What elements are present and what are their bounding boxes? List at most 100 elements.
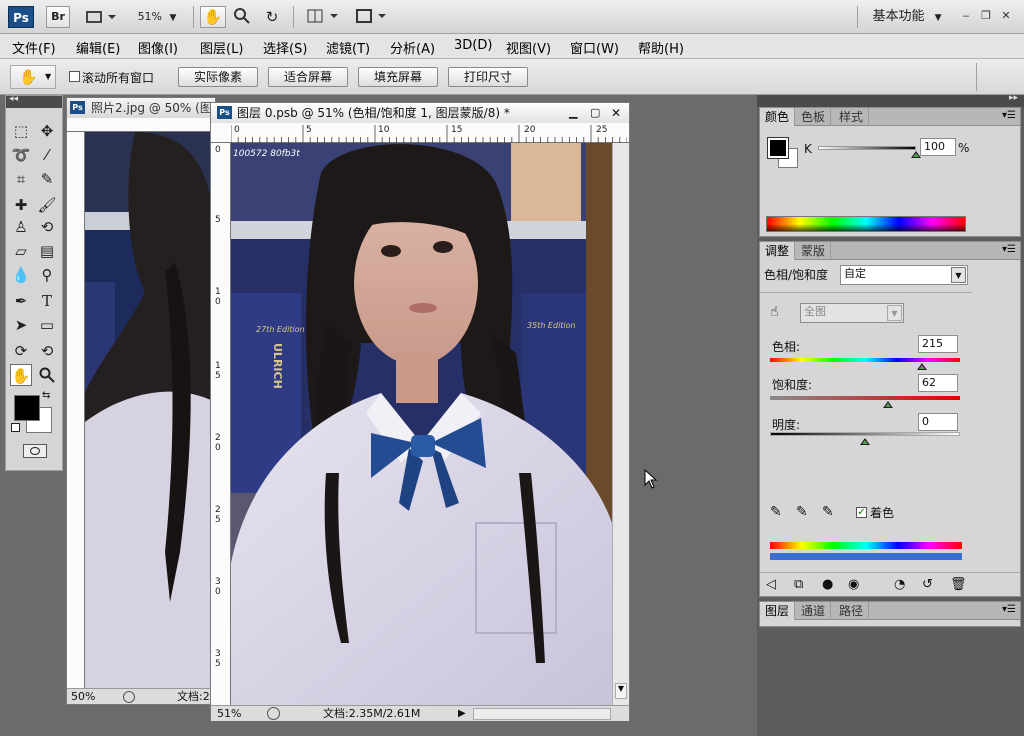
status-menu-icon[interactable] xyxy=(267,707,280,720)
menu-help[interactable]: 帮助(H) xyxy=(638,38,684,57)
document-canvas[interactable]: 100572 80fb3t 27th Edition 35th Edition … xyxy=(231,143,612,705)
zoom-level-field[interactable]: 51% xyxy=(217,706,241,722)
marquee-tool[interactable]: ⬚ xyxy=(10,120,32,142)
minimize-icon[interactable]: ‒ xyxy=(958,9,974,23)
menu-select[interactable]: 选择(S) xyxy=(263,38,307,57)
scroll-down-arrow[interactable]: ▼ xyxy=(615,683,627,699)
range-dropdown[interactable]: 全图 ▼ xyxy=(800,303,904,323)
bridge-button[interactable]: Br xyxy=(46,6,70,28)
zoom-level-field[interactable]: 50% xyxy=(71,689,95,705)
eyedropper-plus-icon[interactable]: ✎ xyxy=(796,504,808,520)
type-tool[interactable]: T xyxy=(36,290,58,312)
k-value-input[interactable]: 100 xyxy=(920,138,956,156)
document-window-active[interactable]: Ps 图层 0.psb @ 51% (色相/饱和度 1, 图层蒙版/8) * ▁… xyxy=(210,102,630,722)
close-icon[interactable]: ✕ xyxy=(998,9,1014,23)
colorize-checkbox[interactable]: ✓ xyxy=(856,507,867,518)
tool-preset-picker[interactable]: ✋ ▼ xyxy=(10,65,56,89)
menu-edit[interactable]: 编辑(E) xyxy=(76,38,120,57)
foreground-color-swatch[interactable] xyxy=(767,137,789,159)
lightness-slider[interactable] xyxy=(770,432,960,436)
maximize-icon[interactable]: ▢ xyxy=(590,103,600,123)
eraser-tool[interactable]: ▱ xyxy=(10,240,32,262)
document-canvas[interactable] xyxy=(85,132,215,688)
move-tool[interactable]: ✥ xyxy=(36,120,58,142)
fit-screen-button[interactable]: 适合屏幕 xyxy=(268,67,348,87)
hand-tool-button[interactable]: ✋ xyxy=(200,6,226,28)
history-brush-tool[interactable]: ⟲ xyxy=(36,216,58,238)
slider-thumb[interactable] xyxy=(917,363,927,370)
menu-view[interactable]: 视图(V) xyxy=(506,38,551,57)
status-menu-arrow-icon[interactable]: ▶ xyxy=(458,706,466,722)
close-icon[interactable]: ✕ xyxy=(611,103,621,123)
expand-view-icon[interactable]: ⧉ xyxy=(794,577,803,592)
trash-icon[interactable]: 🗑 xyxy=(950,577,967,592)
tab-paths[interactable]: 路径 xyxy=(834,602,870,620)
panel-dock-header[interactable]: ▸▸ xyxy=(757,93,1024,107)
saturation-slider[interactable] xyxy=(770,396,960,400)
clone-stamp-tool[interactable]: ♙ xyxy=(10,216,32,238)
tab-color[interactable]: 颜色 xyxy=(760,108,796,126)
menu-file[interactable]: 文件(F) xyxy=(12,38,56,57)
actual-pixels-button[interactable]: 实际像素 xyxy=(178,67,258,87)
minimize-icon[interactable]: ▁ xyxy=(569,103,577,123)
arrange-documents-button[interactable] xyxy=(304,6,342,28)
fill-screen-button[interactable]: 填充屏幕 xyxy=(358,67,438,87)
scroll-all-windows-checkbox[interactable] xyxy=(69,71,80,82)
zoom-tool[interactable] xyxy=(36,364,58,386)
color-spectrum-ramp[interactable] xyxy=(766,216,966,232)
crop-tool[interactable]: ⌗ xyxy=(10,168,32,190)
tab-masks[interactable]: 蒙版 xyxy=(796,242,832,260)
k-slider[interactable] xyxy=(818,146,916,150)
status-menu-icon[interactable] xyxy=(123,691,135,703)
healing-brush-tool[interactable]: ✚ xyxy=(10,194,32,216)
reset-icon[interactable]: ↺ xyxy=(922,577,933,592)
shape-tool[interactable]: ▭ xyxy=(36,314,58,336)
lightness-input[interactable]: 0 xyxy=(918,413,958,431)
tab-swatches[interactable]: 色板 xyxy=(796,108,832,126)
3d-rotate-tool[interactable]: ⟳ xyxy=(10,340,32,362)
menu-window[interactable]: 窗口(W) xyxy=(570,38,619,57)
foreground-color-swatch[interactable] xyxy=(14,395,40,421)
back-arrow-icon[interactable]: ◁ xyxy=(766,577,776,592)
document-title-bar[interactable]: Ps 照片2.jpg @ 50% (图 xyxy=(67,98,215,118)
menu-filter[interactable]: 滤镜(T) xyxy=(326,38,370,57)
3d-orbit-tool[interactable]: ⟲ xyxy=(36,340,58,362)
slider-thumb[interactable] xyxy=(882,401,893,408)
pen-tool[interactable]: ✒ xyxy=(10,290,32,312)
menu-analysis[interactable]: 分析(A) xyxy=(390,38,435,57)
blur-tool[interactable]: 💧 xyxy=(10,264,32,286)
quick-select-tool[interactable]: ⁄ xyxy=(36,144,58,166)
menu-layer[interactable]: 图层(L) xyxy=(200,38,243,57)
gradient-tool[interactable]: ▤ xyxy=(36,240,58,262)
tab-adjustments[interactable]: 调整 xyxy=(760,242,796,260)
lasso-tool[interactable]: ➰ xyxy=(10,144,32,166)
eyedropper-icon[interactable]: ✎ xyxy=(770,504,782,520)
workspace-switcher[interactable]: 基本功能 ▼ xyxy=(866,6,948,28)
hue-slider[interactable] xyxy=(770,358,960,362)
saturation-input[interactable]: 62 xyxy=(918,374,958,392)
panel-menu-icon[interactable]: ▾☰ xyxy=(1002,110,1016,121)
swap-colors-icon[interactable]: ⇆ xyxy=(42,390,50,401)
eyedropper-minus-icon[interactable]: ✎ xyxy=(822,504,834,520)
vertical-scrollbar[interactable]: ▼ xyxy=(612,143,629,705)
screen-mode-button[interactable] xyxy=(352,6,390,28)
mini-bridge-button[interactable] xyxy=(80,6,120,28)
panel-menu-icon[interactable]: ▾☰ xyxy=(1002,604,1016,615)
horizontal-scrollbar[interactable] xyxy=(473,708,611,720)
rotate-view-button[interactable]: ↻ xyxy=(260,6,284,28)
print-size-button[interactable]: 打印尺寸 xyxy=(448,67,528,87)
zoom-level-dropdown[interactable]: 51% ▼ xyxy=(130,6,184,28)
clip-layer-icon[interactable]: ● xyxy=(822,577,833,592)
dodge-tool[interactable]: ⚲ xyxy=(36,264,58,286)
targeted-adjust-hand-icon[interactable]: ☝ xyxy=(770,304,779,320)
visibility-eye-icon[interactable]: ◉ xyxy=(848,577,859,592)
eyedropper-tool[interactable]: ✎ xyxy=(36,168,58,190)
restore-icon[interactable]: ❐ xyxy=(978,9,994,23)
quick-mask-button[interactable] xyxy=(23,444,47,458)
default-colors-icon[interactable] xyxy=(11,423,20,432)
panel-menu-icon[interactable]: ▾☰ xyxy=(1002,244,1016,255)
path-select-tool[interactable]: ➤ xyxy=(10,314,32,336)
hue-input[interactable]: 215 xyxy=(918,335,958,353)
menu-image[interactable]: 图像(I) xyxy=(138,38,178,57)
document-title-bar[interactable]: Ps 图层 0.psb @ 51% (色相/饱和度 1, 图层蒙版/8) * ▁… xyxy=(211,103,629,123)
